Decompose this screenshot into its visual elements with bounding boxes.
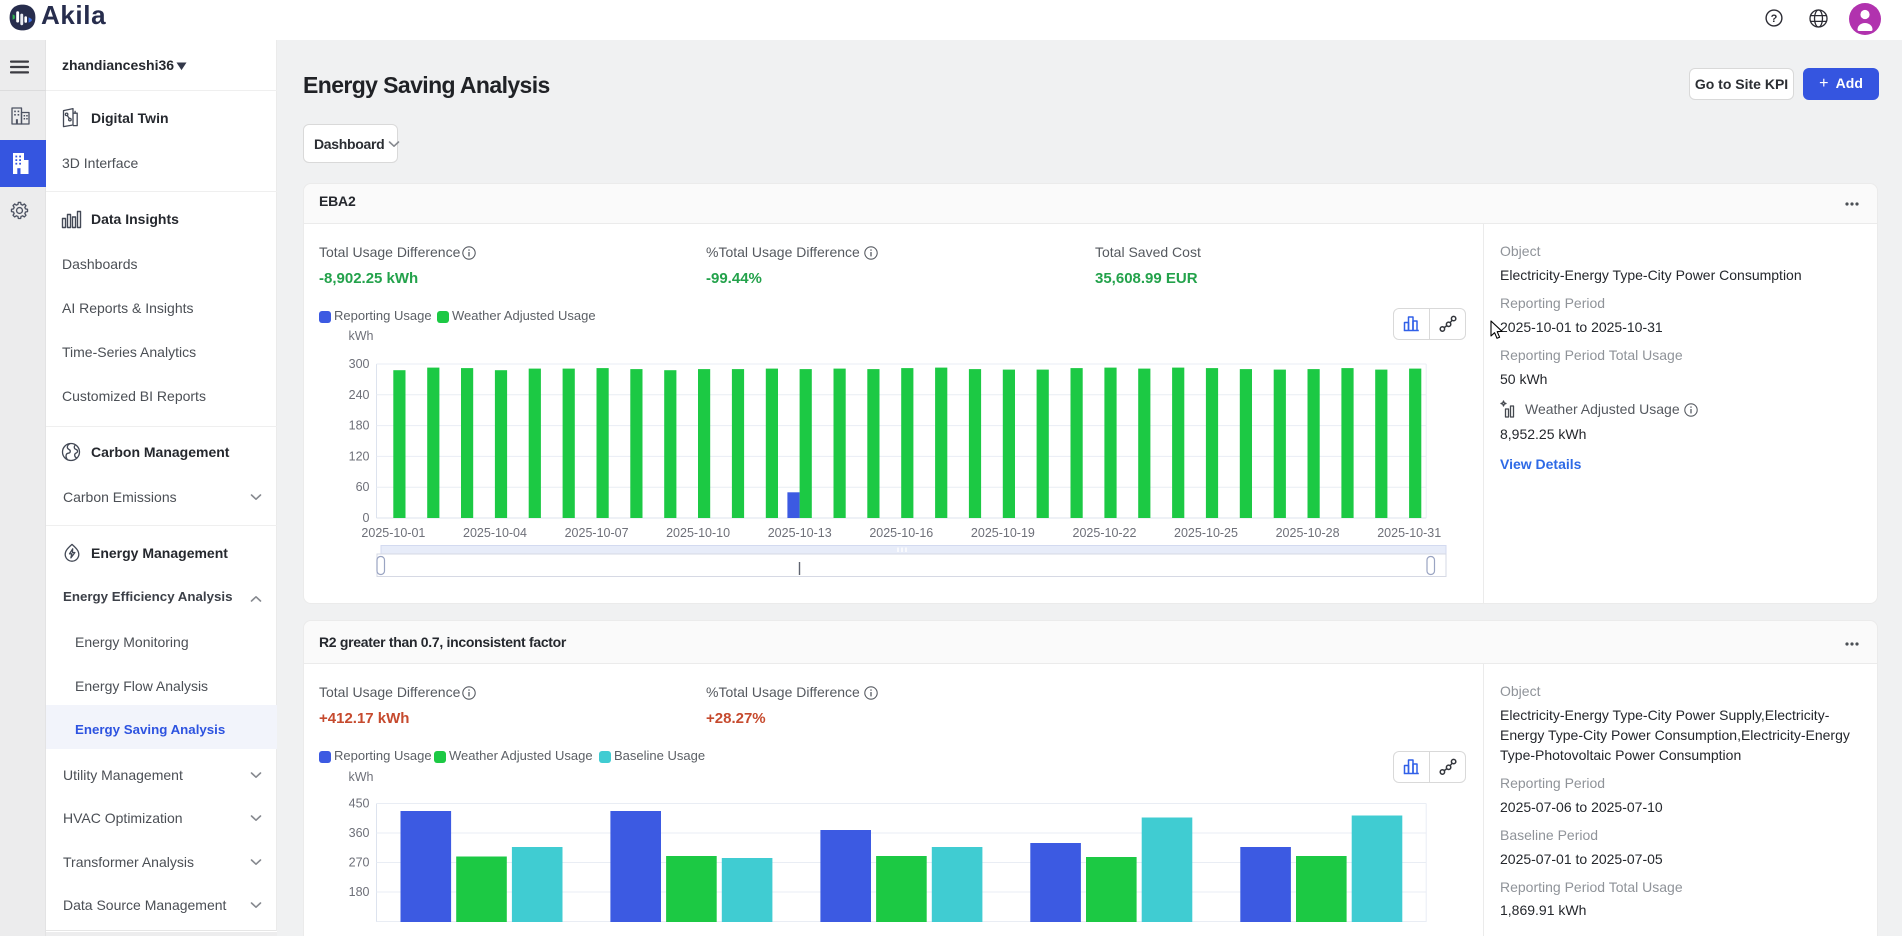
svg-text:270: 270 bbox=[349, 856, 370, 870]
svg-text:180: 180 bbox=[349, 419, 370, 433]
svg-text:2025-10-13: 2025-10-13 bbox=[768, 526, 832, 540]
svg-text:2025-10-28: 2025-10-28 bbox=[1276, 526, 1340, 540]
svg-text:2025-10-25: 2025-10-25 bbox=[1174, 526, 1238, 540]
svg-text:2025-10-31: 2025-10-31 bbox=[1377, 526, 1441, 540]
svg-text:2025-10-22: 2025-10-22 bbox=[1073, 526, 1137, 540]
svg-text:240: 240 bbox=[349, 388, 370, 402]
svg-text:300: 300 bbox=[349, 357, 370, 371]
svg-text:2025-10-10: 2025-10-10 bbox=[666, 526, 730, 540]
svg-text:360: 360 bbox=[349, 826, 370, 840]
svg-text:60: 60 bbox=[356, 480, 370, 494]
svg-text:2025-10-01: 2025-10-01 bbox=[361, 526, 425, 540]
svg-text:kWh: kWh bbox=[349, 770, 374, 784]
svg-text:2025-10-16: 2025-10-16 bbox=[869, 526, 933, 540]
svg-text:2025-10-07: 2025-10-07 bbox=[565, 526, 629, 540]
svg-text:kWh: kWh bbox=[349, 329, 374, 343]
svg-text:0: 0 bbox=[363, 511, 370, 525]
svg-text:450: 450 bbox=[349, 797, 370, 811]
svg-text:?: ? bbox=[1771, 13, 1778, 25]
svg-text:2025-10-19: 2025-10-19 bbox=[971, 526, 1035, 540]
svg-text:180: 180 bbox=[349, 885, 370, 899]
svg-text:120: 120 bbox=[349, 449, 370, 463]
svg-text:2025-10-04: 2025-10-04 bbox=[463, 526, 527, 540]
